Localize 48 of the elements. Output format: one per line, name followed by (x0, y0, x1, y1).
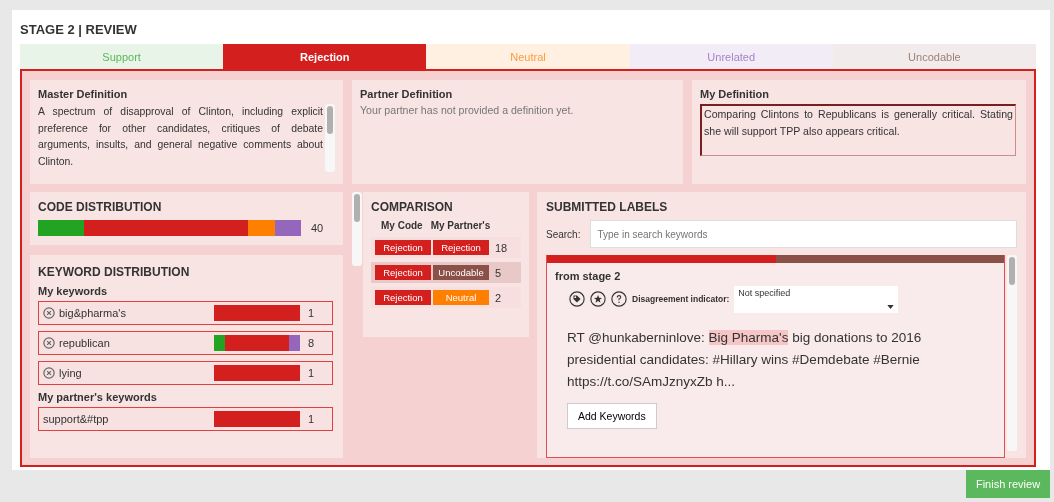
count-text: 8 (307, 337, 316, 349)
column-header: My Code (381, 220, 423, 231)
search-label: Search: (546, 228, 581, 240)
group-heading: My keywords (38, 285, 109, 297)
source-title: from stage 2 (554, 269, 622, 284)
column-header: My Partner's (430, 220, 491, 231)
definition-title: Partner Definition (360, 88, 454, 100)
search-field[interactable]: Type in search keywords (590, 220, 1017, 248)
keyword-row[interactable]: big&pharma's 1 (38, 301, 333, 325)
comparison-row[interactable]: Rejection Uncodable 5 (371, 262, 521, 283)
count-text: 1 (307, 413, 316, 425)
keyword-row[interactable]: republican 8 (38, 331, 333, 355)
definition-input[interactable]: Comparing Clintons to Republicans is generally critical. Stating she will support TPP also appears critical. (700, 104, 1016, 156)
section-title: KEYWORD DISTRIBUTION (38, 265, 191, 279)
keyword-label: republican (59, 337, 111, 349)
code-tag: Rejection (433, 240, 489, 255)
category-tab[interactable]: Rejection (223, 44, 427, 69)
comparison-row[interactable]: Rejection Rejection 18 (371, 237, 521, 258)
definition-text: Your partner has not provided a definition yet. (360, 104, 575, 116)
section-title: CODE DISTRIBUTION (38, 200, 163, 214)
section-title: COMPARISON (371, 200, 454, 214)
definition-title: Master Definition (38, 88, 129, 100)
count-text: 5 (495, 266, 502, 279)
code-tag: Rejection (375, 240, 431, 255)
code-tag: Neutral (433, 290, 489, 305)
keyword-label: big&pharma's (59, 307, 127, 319)
definition-title: My Definition (700, 88, 771, 100)
section-title: SUBMITTED LABELS (546, 200, 669, 214)
indicator-label: Disagreement indicator: (632, 294, 730, 304)
count-text: 40 (311, 222, 324, 234)
code-tag: Rejection (375, 290, 431, 305)
definition-text: A spectrum of disapproval of Clinton, including explicit preference for other candidates, critiques of debate arguments, insults, and general negative comments about Clinton. (38, 105, 324, 169)
indicator-dropdown[interactable]: Not specified (734, 286, 899, 313)
keyword-label: lying (59, 367, 83, 379)
group-heading: My partner's keywords (38, 391, 158, 403)
comparison-row[interactable]: Rejection Neutral 2 (371, 287, 521, 308)
count-text: 1 (307, 367, 316, 379)
count-text: 2 (495, 291, 502, 304)
add-keywords-button[interactable]: Add Keywords (567, 403, 657, 429)
code-tag: Rejection (375, 265, 431, 280)
count-text: 18 (495, 241, 508, 254)
tweet-text: RT @hunkaberninlove: Big Pharma's big donations to 2016 presidential candidates: #Hillary wins #Demdebate #Bernie https://t.co/SAmJznyxZb h... (567, 329, 923, 391)
keyword-row[interactable]: support&#tpp 1 (38, 407, 333, 431)
keyword-row[interactable]: lying 1 (38, 361, 333, 385)
page-title: STAGE 2 | REVIEW (20, 22, 138, 39)
count-text: 1 (307, 307, 316, 319)
keyword-label: support&#tpp (43, 413, 110, 425)
code-tag: Uncodable (433, 265, 489, 280)
